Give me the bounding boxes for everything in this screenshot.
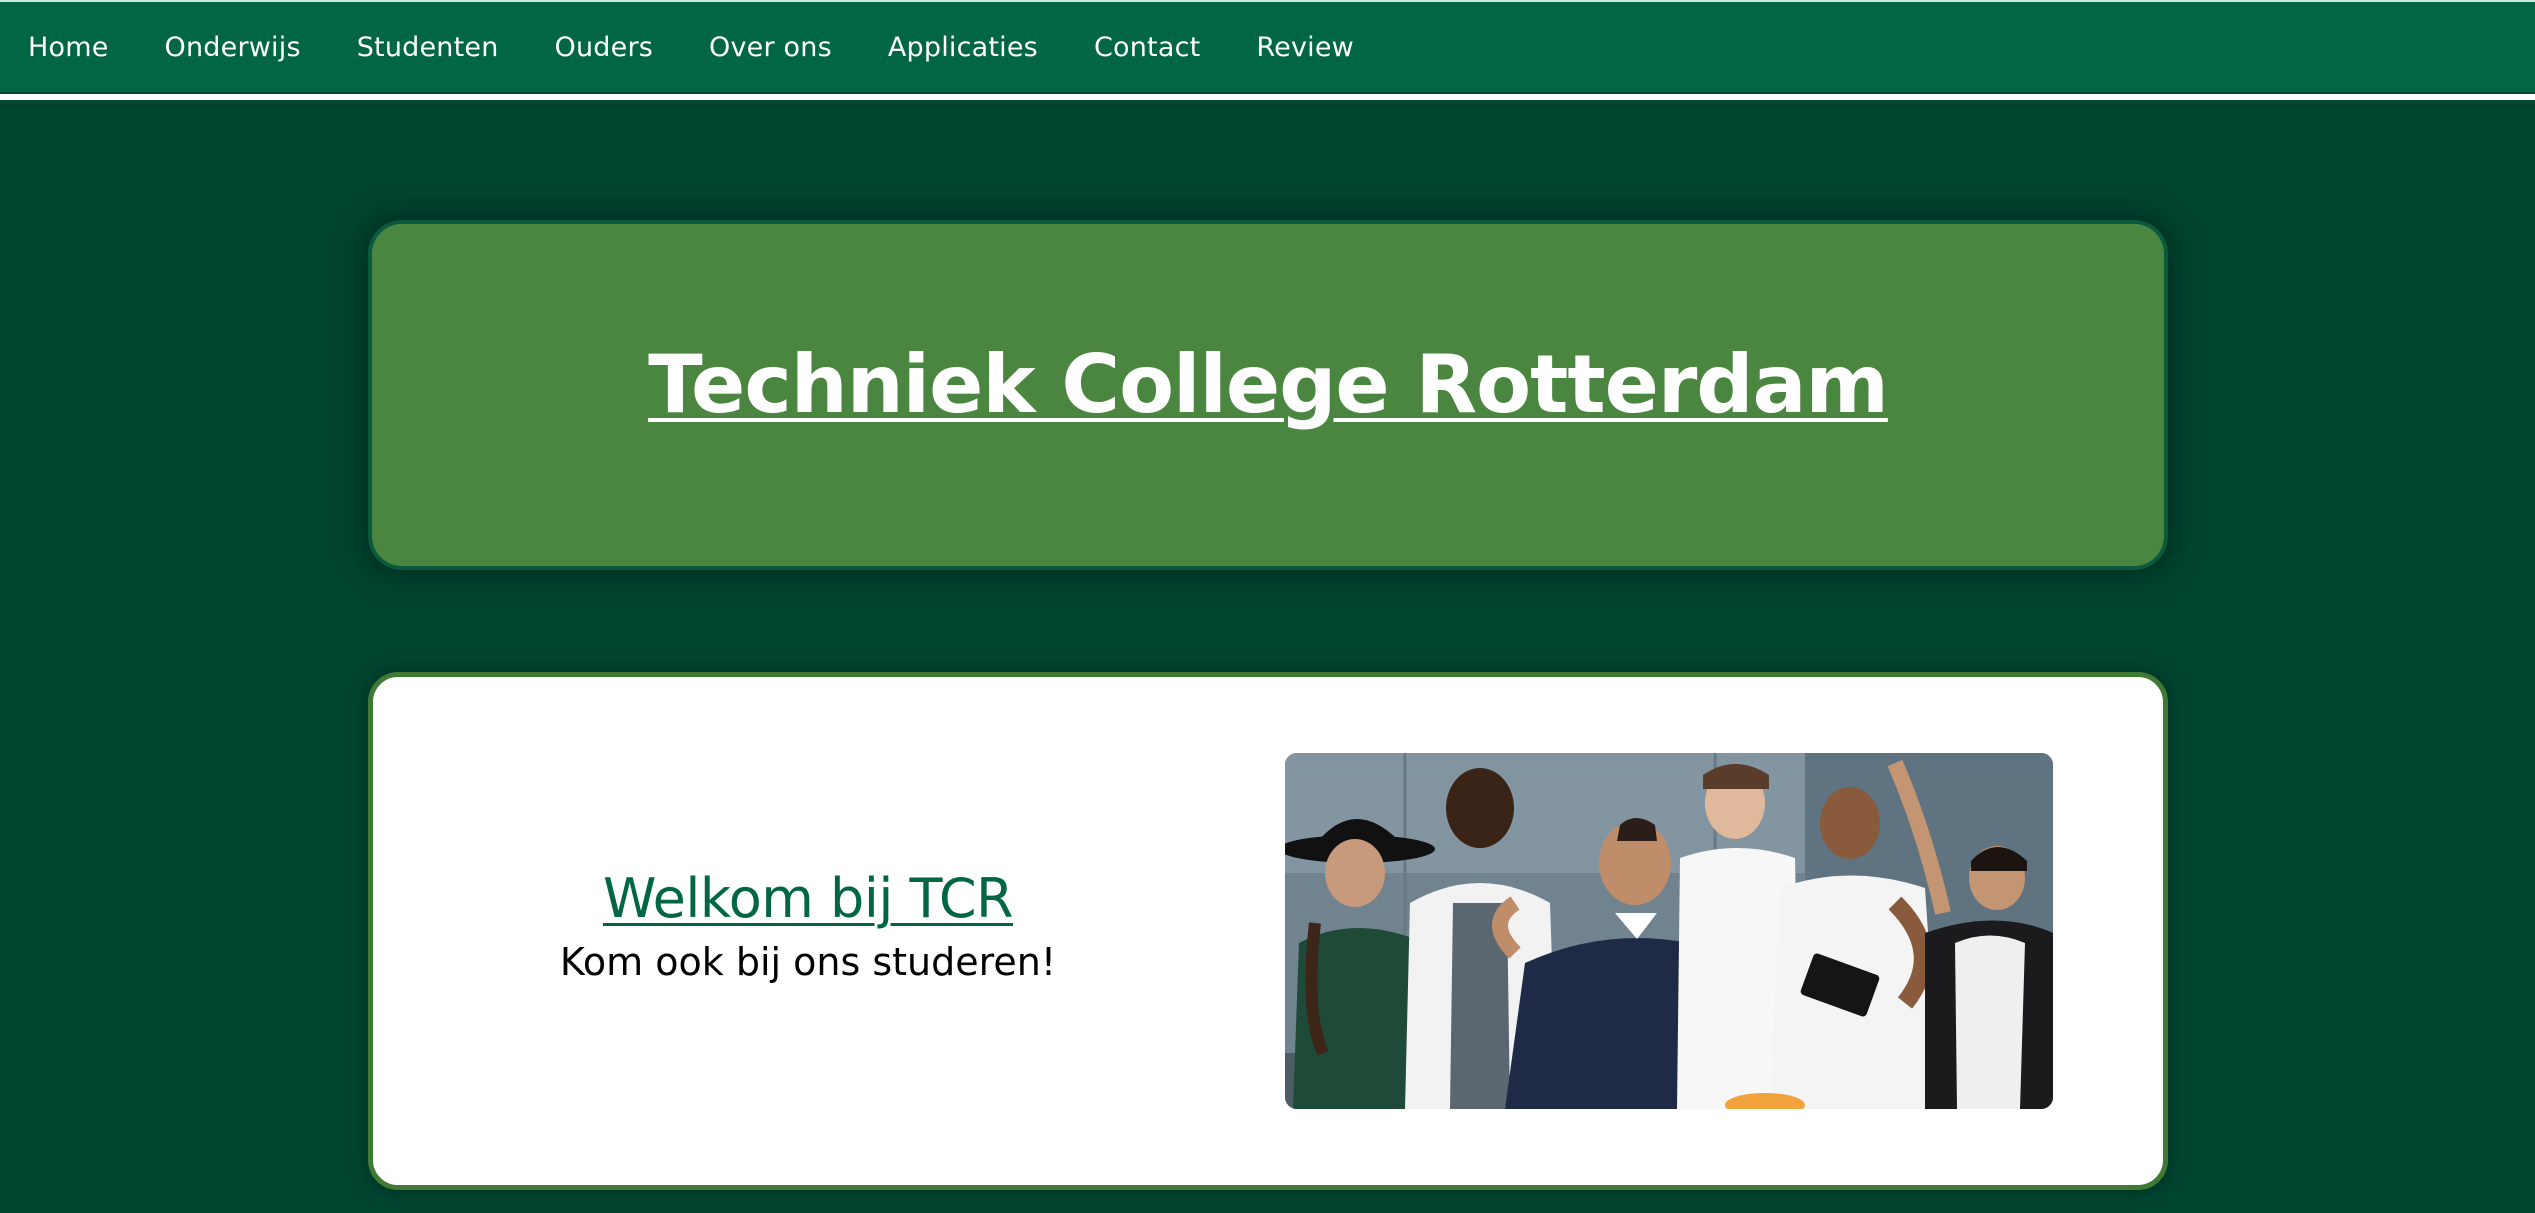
nav-review[interactable]: Review [1256, 32, 1354, 63]
page-title: Techniek College Rotterdam [648, 337, 1889, 431]
welcome-text-block: Welkom bij TCR Kom ook bij ons studeren! [513, 867, 1103, 984]
nav-applicaties[interactable]: Applicaties [888, 32, 1038, 63]
hero-banner: Techniek College Rotterdam [368, 220, 2168, 570]
nav-onderwijs[interactable]: Onderwijs [165, 32, 301, 63]
students-group-photo [1285, 753, 2053, 1109]
nav-home[interactable]: Home [28, 32, 109, 63]
main-navigation: Home Onderwijs Studenten Ouders Over ons… [0, 0, 2535, 100]
welcome-subheading: Kom ook bij ons studeren! [559, 940, 1057, 984]
nav-contact[interactable]: Contact [1094, 32, 1200, 63]
welcome-card: Welkom bij TCR Kom ook bij ons studeren! [368, 672, 2168, 1190]
nav-studenten[interactable]: Studenten [357, 32, 499, 63]
welcome-heading: Welkom bij TCR [602, 867, 1014, 930]
nav-over-ons[interactable]: Over ons [709, 32, 832, 63]
nav-ouders[interactable]: Ouders [555, 32, 653, 63]
